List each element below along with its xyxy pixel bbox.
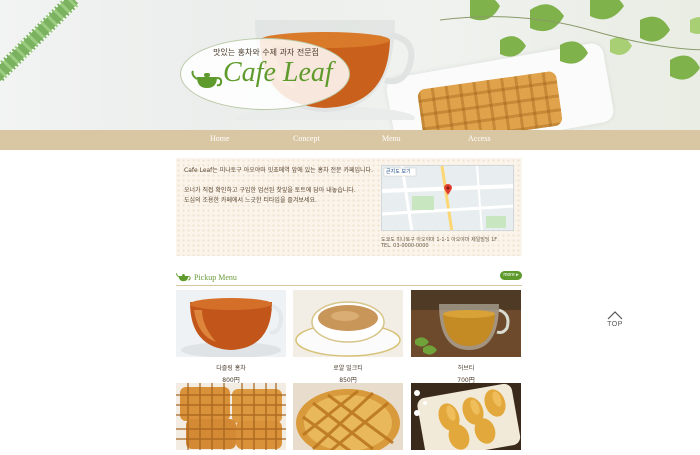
nav-menu[interactable]: Menu xyxy=(382,134,401,143)
menu-card-herb-tea[interactable]: 허브티 700円 xyxy=(411,290,521,384)
nav-concept[interactable]: Concept xyxy=(293,134,320,143)
map-expand-link[interactable]: 큰지도 보기 xyxy=(386,168,411,175)
top-label: TOP xyxy=(607,321,623,328)
main-nav: Home Concept Menu Access xyxy=(0,130,700,150)
menu-card-darjeeling[interactable]: 다즐링 홍차 800円 xyxy=(176,290,286,384)
milk-tea-image xyxy=(293,290,403,357)
tel-text: TEL. 03-0000-0000 xyxy=(381,243,429,249)
ribbon-decoration xyxy=(0,0,80,83)
menu-card-waffle[interactable] xyxy=(176,383,286,455)
teapot-icon xyxy=(191,70,223,88)
intro-text-1: Cafe Leaf는 미나토구 아오야마 잇쵸메역 앞에 있는 홍차 전문 카페… xyxy=(184,167,373,174)
menu-card-madeleine[interactable] xyxy=(411,383,521,455)
intro-text-3: 도심의 조용한 카페에서 느긋한 티타임을 즐겨보세요. xyxy=(184,197,317,204)
ivy-leaves-image xyxy=(440,0,700,80)
info-section: Cafe Leaf는 미나토구 아오야마 잇쵸메역 앞에 있는 홍차 전문 카페… xyxy=(176,158,522,256)
intro-text-2: 오너가 직접 확인하고 구입한 엄선된 찻잎을 토트에 담아 내놓습니다. xyxy=(184,187,356,194)
map-pin-icon xyxy=(444,184,452,195)
menu-item-name: 로얄 밀크티 xyxy=(333,365,363,372)
pickup-title: Pickup Menu xyxy=(194,273,237,282)
chevron-up-icon xyxy=(607,311,623,320)
map-graphic xyxy=(382,166,513,230)
scroll-top-button[interactable]: TOP xyxy=(603,310,627,330)
logo-title: Cafe Leaf xyxy=(223,57,333,88)
herb-tea-image xyxy=(411,290,521,357)
more-label: more xyxy=(503,272,515,278)
menu-item-name: 다즐링 홍차 xyxy=(216,365,246,372)
menu-card-pie[interactable] xyxy=(293,383,403,455)
pickup-header: Pickup Menu more ▸ xyxy=(176,270,522,286)
menu-card-milk-tea[interactable]: 로얄 밀크티 850円 xyxy=(293,290,403,384)
cafe-logo[interactable]: 맛있는 홍차와 수제 과자 전문점 Cafe Leaf xyxy=(180,38,350,110)
hero-banner: 맛있는 홍차와 수제 과자 전문점 Cafe Leaf xyxy=(0,0,700,130)
menu-item-name: 허브티 xyxy=(457,365,475,372)
more-button[interactable]: more ▸ xyxy=(500,271,522,280)
google-map[interactable]: 큰지도 보기 xyxy=(381,165,514,231)
nav-access[interactable]: Access xyxy=(468,134,491,143)
teapot-icon xyxy=(176,273,191,282)
darjeeling-image xyxy=(176,290,286,357)
apple-pie-image xyxy=(293,383,403,450)
nav-home[interactable]: Home xyxy=(210,134,230,143)
address-text: 도쿄도 미나토구 아오야마 1-1-1 아오야마 제일빌딩 1F xyxy=(381,237,498,243)
madeleine-image xyxy=(411,383,521,450)
waffle-image xyxy=(176,383,286,450)
